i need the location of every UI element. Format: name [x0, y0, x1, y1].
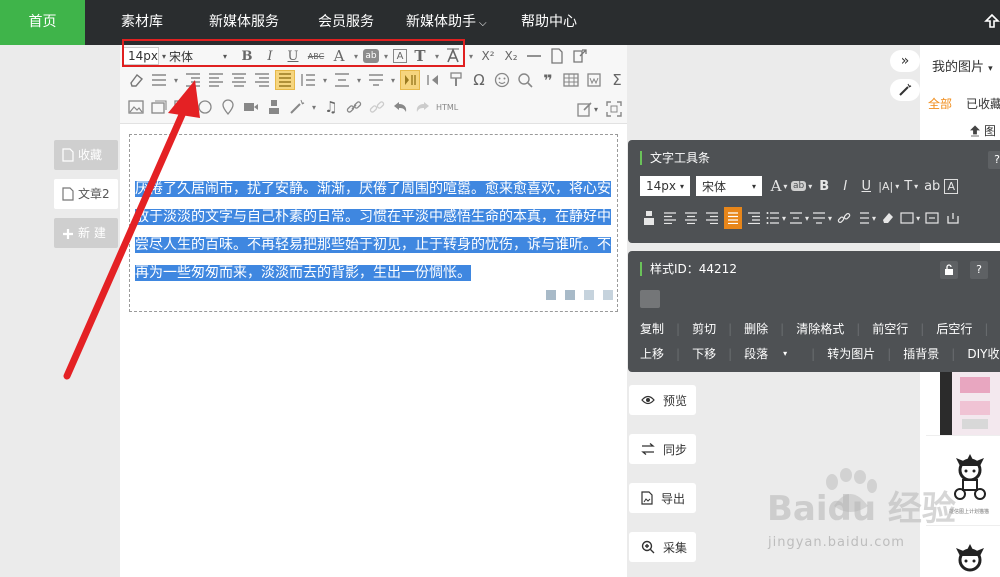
annotation-arrow — [63, 80, 200, 380]
